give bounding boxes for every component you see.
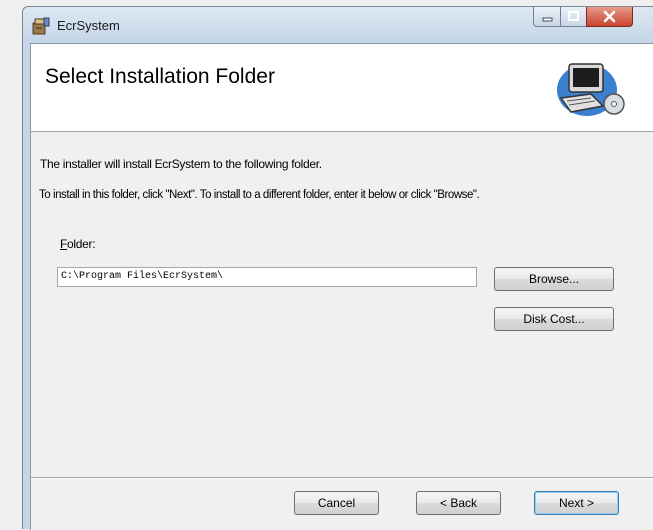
maximize-icon bbox=[568, 11, 579, 21]
minimize-icon bbox=[542, 17, 553, 22]
browse-button[interactable]: Browse... bbox=[494, 267, 614, 291]
title-bar[interactable]: EcrSystem bbox=[23, 7, 653, 43]
folder-label: Folder: bbox=[60, 237, 96, 251]
folder-label-rest: older: bbox=[67, 237, 96, 251]
window-title: EcrSystem bbox=[57, 18, 120, 33]
disk-cost-button[interactable]: Disk Cost... bbox=[494, 307, 614, 331]
instructions-text: To install in this folder, click "Next".… bbox=[39, 189, 480, 201]
maximize-button[interactable] bbox=[560, 7, 587, 27]
back-button[interactable]: < Back bbox=[416, 491, 501, 515]
installer-window: EcrSystem Select Installation Folder The… bbox=[22, 6, 653, 530]
intro-text: The installer will install EcrSystem to … bbox=[40, 157, 322, 171]
close-button[interactable] bbox=[586, 7, 633, 27]
page-title: Select Installation Folder bbox=[45, 65, 275, 88]
installer-app-icon bbox=[32, 17, 50, 35]
header-banner: Select Installation Folder bbox=[31, 44, 653, 132]
folder-path-input[interactable]: C:\Program Files\EcrSystem\ bbox=[57, 267, 477, 287]
computer-cd-icon bbox=[557, 63, 625, 116]
next-button[interactable]: Next > bbox=[534, 491, 619, 515]
dialog-body: Select Installation Folder The installer… bbox=[30, 43, 653, 530]
close-icon bbox=[603, 10, 616, 23]
cancel-button[interactable]: Cancel bbox=[294, 491, 379, 515]
minimize-button[interactable] bbox=[533, 7, 561, 27]
footer-divider bbox=[31, 477, 653, 479]
folder-label-accelerator: F bbox=[60, 237, 68, 251]
